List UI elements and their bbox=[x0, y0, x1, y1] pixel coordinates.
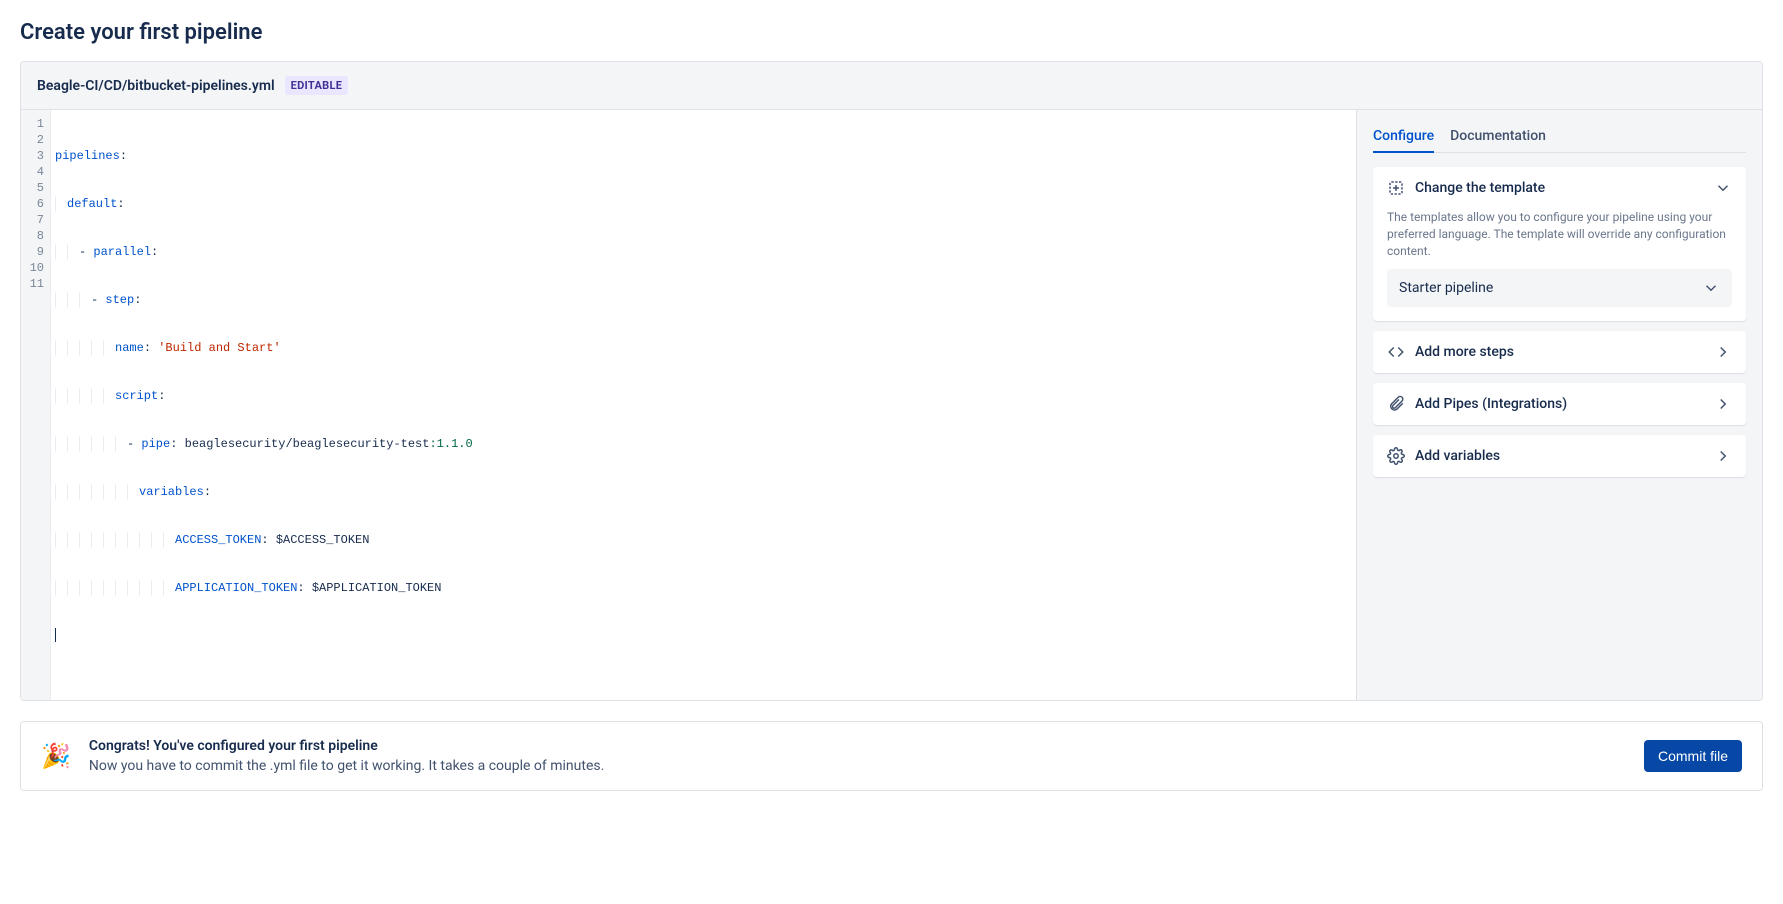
line-number-gutter: 1 2 3 4 5 6 7 8 9 10 11 bbox=[21, 110, 51, 700]
chevron-down-icon bbox=[1702, 279, 1720, 297]
congrats-description: Now you have to commit the .yml file to … bbox=[89, 758, 1626, 774]
code-editor[interactable]: 1 2 3 4 5 6 7 8 9 10 11 pipelines: defau… bbox=[21, 110, 1357, 700]
add-steps-header[interactable]: Add more steps bbox=[1373, 331, 1746, 373]
pipeline-editor-panel: Beagle-CI/CD/bitbucket-pipelines.yml EDI… bbox=[20, 61, 1763, 701]
add-pipes-card: Add Pipes (Integrations) bbox=[1373, 383, 1746, 425]
page-title: Create your first pipeline bbox=[20, 20, 1763, 45]
change-template-header[interactable]: Change the template bbox=[1373, 167, 1746, 209]
add-steps-card: Add more steps bbox=[1373, 331, 1746, 373]
chevron-right-icon bbox=[1714, 395, 1732, 413]
change-template-description: The templates allow you to configure you… bbox=[1387, 209, 1732, 259]
commit-file-button[interactable]: Commit file bbox=[1644, 740, 1742, 772]
sidebar-tabs: Configure Documentation bbox=[1373, 122, 1746, 153]
add-variables-header[interactable]: Add variables bbox=[1373, 435, 1746, 477]
add-steps-label: Add more steps bbox=[1415, 344, 1704, 360]
chevron-down-icon bbox=[1714, 179, 1732, 197]
attachment-icon bbox=[1387, 395, 1405, 413]
change-template-card: Change the template The templates allow … bbox=[1373, 167, 1746, 321]
add-variables-card: Add variables bbox=[1373, 435, 1746, 477]
add-variables-label: Add variables bbox=[1415, 448, 1704, 464]
code-icon bbox=[1387, 343, 1405, 361]
congrats-title: Congrats! You've configured your first p… bbox=[89, 738, 1626, 754]
tab-documentation[interactable]: Documentation bbox=[1450, 122, 1546, 152]
panel-header: Beagle-CI/CD/bitbucket-pipelines.yml EDI… bbox=[21, 62, 1762, 110]
code-content[interactable]: pipelines: default: - parallel: - step: … bbox=[51, 110, 1356, 700]
template-selected-value: Starter pipeline bbox=[1399, 280, 1493, 296]
configure-sidebar: Configure Documentation Change the templ… bbox=[1357, 110, 1762, 700]
congrats-panel: 🎉 Congrats! You've configured your first… bbox=[20, 721, 1763, 791]
party-popper-icon: 🎉 bbox=[41, 742, 71, 770]
gear-icon bbox=[1387, 447, 1405, 465]
file-path: Beagle-CI/CD/bitbucket-pipelines.yml bbox=[37, 78, 275, 94]
change-template-label: Change the template bbox=[1415, 180, 1704, 196]
chevron-right-icon bbox=[1714, 343, 1732, 361]
editable-badge: EDITABLE bbox=[285, 76, 349, 95]
template-dropdown[interactable]: Starter pipeline bbox=[1387, 269, 1732, 307]
add-pipes-label: Add Pipes (Integrations) bbox=[1415, 396, 1704, 412]
tab-configure[interactable]: Configure bbox=[1373, 122, 1434, 152]
template-icon bbox=[1387, 179, 1405, 197]
chevron-right-icon bbox=[1714, 447, 1732, 465]
add-pipes-header[interactable]: Add Pipes (Integrations) bbox=[1373, 383, 1746, 425]
